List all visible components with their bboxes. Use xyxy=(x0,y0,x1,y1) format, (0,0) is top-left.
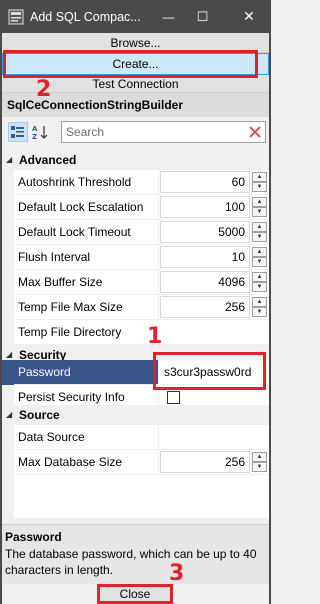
description-panel: Password The database password, which ca… xyxy=(2,524,269,584)
search-input[interactable] xyxy=(62,122,242,142)
property-value-input[interactable]: 256 xyxy=(160,296,250,318)
description-text: The database password, which can be up t… xyxy=(5,547,257,577)
property-row-flush-interval[interactable]: Flush Interval 10 ▲ ▼ xyxy=(2,245,269,270)
svg-text:Z: Z xyxy=(32,133,37,140)
spin-up-icon: ▲ xyxy=(252,247,267,257)
grid-empty-area xyxy=(2,475,269,518)
property-row-max-buffer-size[interactable]: Max Buffer Size 4096 ▲ ▼ xyxy=(2,270,269,295)
property-grid-toolbar: A Z xyxy=(2,117,269,147)
alphabetical-sort-icon: A Z xyxy=(32,125,48,140)
alphabetical-view-button[interactable]: A Z xyxy=(31,122,51,142)
property-name: Flush Interval xyxy=(18,250,91,264)
categorized-icon xyxy=(11,126,24,138)
category-label: Source xyxy=(19,408,60,422)
numeric-spinner[interactable]: ▲ ▼ xyxy=(252,172,267,192)
description-splitter[interactable] xyxy=(2,518,269,522)
maximize-icon: ☐ xyxy=(196,8,209,24)
property-row-temp-file-max-size[interactable]: Temp File Max Size 256 ▲ ▼ xyxy=(2,295,269,320)
property-value-input[interactable]: 60 xyxy=(160,171,250,193)
close-icon: ✕ xyxy=(243,8,255,24)
categorized-view-button[interactable] xyxy=(8,122,28,142)
minimize-icon: — xyxy=(162,9,175,24)
property-value-input[interactable]: 10 xyxy=(160,246,250,268)
property-name: Default Lock Escalation xyxy=(18,200,144,214)
numeric-spinner[interactable]: ▲ ▼ xyxy=(252,297,267,317)
property-name: Temp File Max Size xyxy=(18,300,123,314)
app-icon xyxy=(8,9,24,24)
property-row-max-database-size[interactable]: Max Database Size 256 ▲ ▼ xyxy=(2,450,269,475)
property-name: Temp File Directory xyxy=(18,325,122,339)
spin-up-icon: ▲ xyxy=(252,222,267,232)
spin-up-icon: ▲ xyxy=(252,172,267,182)
property-row-autoshrink-threshold[interactable]: Autoshrink Threshold 60 ▲ ▼ xyxy=(2,170,269,195)
property-name: Password xyxy=(18,365,71,379)
property-row-default-lock-timeout[interactable]: Default Lock Timeout 5000 ▲ ▼ xyxy=(2,220,269,245)
annotation-number: 3 xyxy=(169,561,185,586)
spin-down-icon: ▼ xyxy=(252,462,267,472)
create-button[interactable]: Create... xyxy=(2,53,269,75)
numeric-spinner[interactable]: ▲ ▼ xyxy=(252,222,267,242)
svg-text:A: A xyxy=(32,125,38,133)
spin-up-icon: ▲ xyxy=(252,272,267,282)
property-row-password[interactable]: Password s3cur3passw0rd xyxy=(2,360,269,385)
numeric-spinner[interactable]: ▲ ▼ xyxy=(252,452,267,472)
clear-search-icon[interactable] xyxy=(247,124,263,140)
password-value-input[interactable]: s3cur3passw0rd xyxy=(160,361,267,383)
search-box xyxy=(61,121,266,143)
property-name: Autoshrink Threshold xyxy=(18,175,132,189)
window-title: Add SQL Compac... xyxy=(30,9,141,24)
property-name: Data Source xyxy=(18,430,85,444)
close-button[interactable]: Close xyxy=(99,586,171,602)
annotation-number: 2 xyxy=(36,77,52,102)
maximize-button[interactable]: ☐ xyxy=(186,0,219,33)
browse-button[interactable]: Browse... xyxy=(2,33,269,53)
window-border-right xyxy=(269,33,271,604)
collapse-arrow-icon[interactable]: ◢ xyxy=(6,150,12,170)
property-name: Max Buffer Size xyxy=(18,275,103,289)
numeric-spinner[interactable]: ▲ ▼ xyxy=(252,247,267,267)
property-value-input[interactable]: 256 xyxy=(160,451,250,473)
property-name: Max Database Size xyxy=(18,455,123,469)
spin-down-icon: ▼ xyxy=(252,307,267,317)
property-name: Default Lock Timeout xyxy=(18,225,131,239)
property-row-default-lock-escalation[interactable]: Default Lock Escalation 100 ▲ ▼ xyxy=(2,195,269,220)
persist-security-info-checkbox[interactable] xyxy=(167,391,180,404)
title-bar: Add SQL Compac... — ☐ ✕ xyxy=(0,0,271,33)
property-value-input[interactable]: 4096 xyxy=(160,271,250,293)
property-grid: ◢ Advanced Autoshrink Threshold 60 ▲ ▼ De… xyxy=(2,150,269,518)
spin-down-icon: ▼ xyxy=(252,207,267,217)
spin-down-icon: ▼ xyxy=(252,282,267,292)
spin-down-icon: ▼ xyxy=(252,257,267,267)
annotation-number: 1 xyxy=(147,324,163,349)
category-label: Advanced xyxy=(19,153,77,167)
description-title: Password xyxy=(5,530,62,544)
spin-down-icon: ▼ xyxy=(252,182,267,192)
category-source[interactable]: ◢ Source xyxy=(2,405,269,425)
property-row-data-source[interactable]: Data Source xyxy=(2,425,269,450)
property-value-input[interactable]: 100 xyxy=(160,196,250,218)
property-value-input[interactable]: 5000 xyxy=(160,221,250,243)
spin-up-icon: ▲ xyxy=(252,452,267,462)
minimize-button[interactable]: — xyxy=(152,0,185,33)
numeric-spinner[interactable]: ▲ ▼ xyxy=(252,272,267,292)
collapse-arrow-icon[interactable]: ◢ xyxy=(6,405,12,425)
category-advanced[interactable]: ◢ Advanced xyxy=(2,150,269,170)
spin-up-icon: ▲ xyxy=(252,197,267,207)
close-window-button[interactable]: ✕ xyxy=(230,0,268,33)
spin-up-icon: ▲ xyxy=(252,297,267,307)
property-row-temp-file-directory[interactable]: Temp File Directory xyxy=(2,320,269,345)
spin-down-icon: ▼ xyxy=(252,232,267,242)
numeric-spinner[interactable]: ▲ ▼ xyxy=(252,197,267,217)
